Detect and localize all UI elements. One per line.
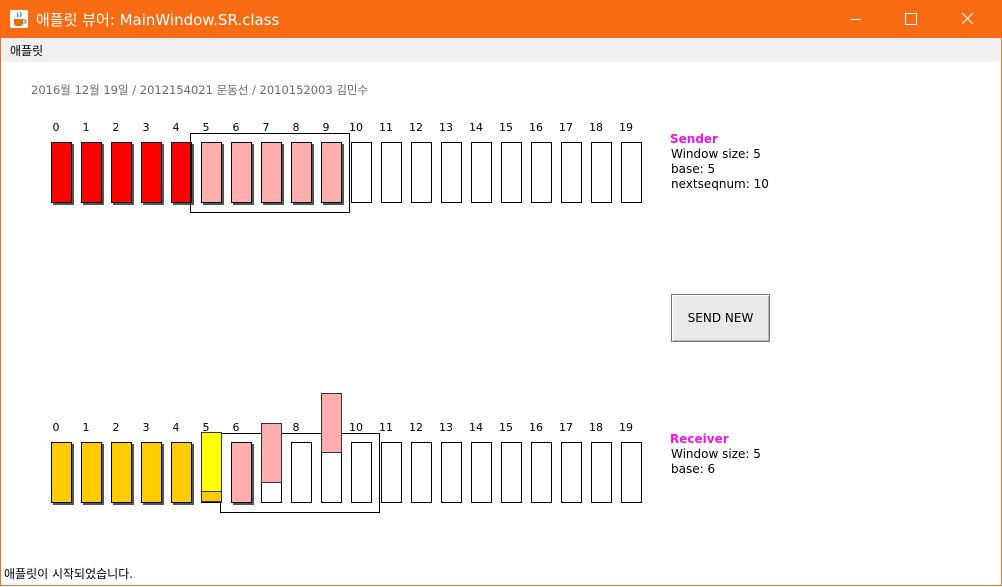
receiver-cell <box>471 442 492 503</box>
sender-seq-label: 15 <box>499 121 513 134</box>
receiver-seq-label: 14 <box>469 421 483 434</box>
receiver-seq-label: 2 <box>112 421 120 434</box>
receiver-window-size: Window size: 5 <box>671 447 761 461</box>
sender-seq-label: 12 <box>409 121 423 134</box>
sender-seq-label: 16 <box>529 121 543 134</box>
receiver-cell <box>441 442 462 503</box>
sender-base: base: 5 <box>671 162 716 176</box>
sender-seq-label: 0 <box>52 121 60 134</box>
sender-cell <box>471 142 492 203</box>
menu-item-applet[interactable]: 애플릿 <box>10 42 43 59</box>
sender-seq-label: 11 <box>379 121 393 134</box>
sender-cell <box>381 142 402 203</box>
receiver-seq-label: 12 <box>409 421 423 434</box>
receiver-cell <box>171 442 192 503</box>
ack-bar <box>202 491 221 501</box>
sender-title: Sender <box>670 132 718 146</box>
receiver-cell <box>561 442 582 503</box>
receiver-seq-label: 13 <box>439 421 453 434</box>
receiver-base: base: 6 <box>671 462 716 476</box>
sender-seq-label: 2 <box>112 121 120 134</box>
receiver-cell <box>51 442 72 503</box>
sender-seq-label: 4 <box>172 121 180 134</box>
sender-cell <box>531 142 552 203</box>
close-icon[interactable] <box>944 0 990 38</box>
in-flight-ack-5 <box>201 432 222 502</box>
receiver-cell <box>111 442 132 503</box>
receiver-cell <box>81 442 102 503</box>
sender-cell <box>501 142 522 203</box>
title-bar[interactable]: 애플릿 뷰어: MainWindow.SR.class <box>0 0 1002 38</box>
sender-cell <box>51 142 72 203</box>
send-new-button[interactable]: SEND NEW <box>671 294 770 342</box>
sender-cell <box>591 142 612 203</box>
sender-seq-label: 18 <box>589 121 603 134</box>
sender-cell <box>621 142 642 203</box>
sender-cell <box>411 142 432 203</box>
receiver-cell <box>531 442 552 503</box>
receiver-seq-label: 1 <box>82 421 90 434</box>
receiver-seq-label: 16 <box>529 421 543 434</box>
receiver-cell <box>381 442 402 503</box>
receiver-title: Receiver <box>670 432 729 446</box>
java-coffee-icon <box>10 10 28 28</box>
minimize-icon[interactable] <box>832 0 878 38</box>
sender-seq-label: 14 <box>469 121 483 134</box>
status-bar-text: 애플릿이 시작되었습니다. <box>4 567 134 581</box>
receiver-seq-label: 17 <box>559 421 573 434</box>
receiver-seq-label: 3 <box>142 421 150 434</box>
window-title: 애플릿 뷰어: MainWindow.SR.class <box>36 11 280 29</box>
receiver-cell <box>591 442 612 503</box>
receiver-seq-label: 18 <box>589 421 603 434</box>
sender-cell <box>81 142 102 203</box>
sender-seq-label: 17 <box>559 121 573 134</box>
sender-seq-label: 1 <box>82 121 90 134</box>
receiver-cell <box>411 442 432 503</box>
sender-cell <box>351 142 372 203</box>
sender-cell <box>561 142 582 203</box>
sender-seq-label: 3 <box>142 121 150 134</box>
menu-bar: 애플릿 <box>1 38 1000 62</box>
receiver-seq-label: 19 <box>619 421 633 434</box>
receiver-seq-label: 15 <box>499 421 513 434</box>
receiver-cell <box>621 442 642 503</box>
sender-cell <box>111 142 132 203</box>
sender-window <box>190 133 350 213</box>
receiver-seq-label: 4 <box>172 421 180 434</box>
receiver-cell <box>501 442 522 503</box>
sender-nextseqnum: nextseqnum: 10 <box>671 177 769 191</box>
header-info: 2016월 12월 19일 / 2012154021 문동선 / 2010152… <box>31 83 369 97</box>
sender-cell <box>171 142 192 203</box>
receiver-seq-label: 0 <box>52 421 60 434</box>
sender-cell <box>441 142 462 203</box>
receiver-window <box>220 433 380 513</box>
receiver-cell <box>141 442 162 503</box>
sender-seq-label: 13 <box>439 121 453 134</box>
sender-window-size: Window size: 5 <box>671 147 761 161</box>
maximize-icon[interactable] <box>888 0 934 38</box>
sender-seq-label: 19 <box>619 121 633 134</box>
in-flight-packet-9 <box>321 393 342 453</box>
sender-cell <box>141 142 162 203</box>
in-flight-packet-7 <box>261 423 282 483</box>
